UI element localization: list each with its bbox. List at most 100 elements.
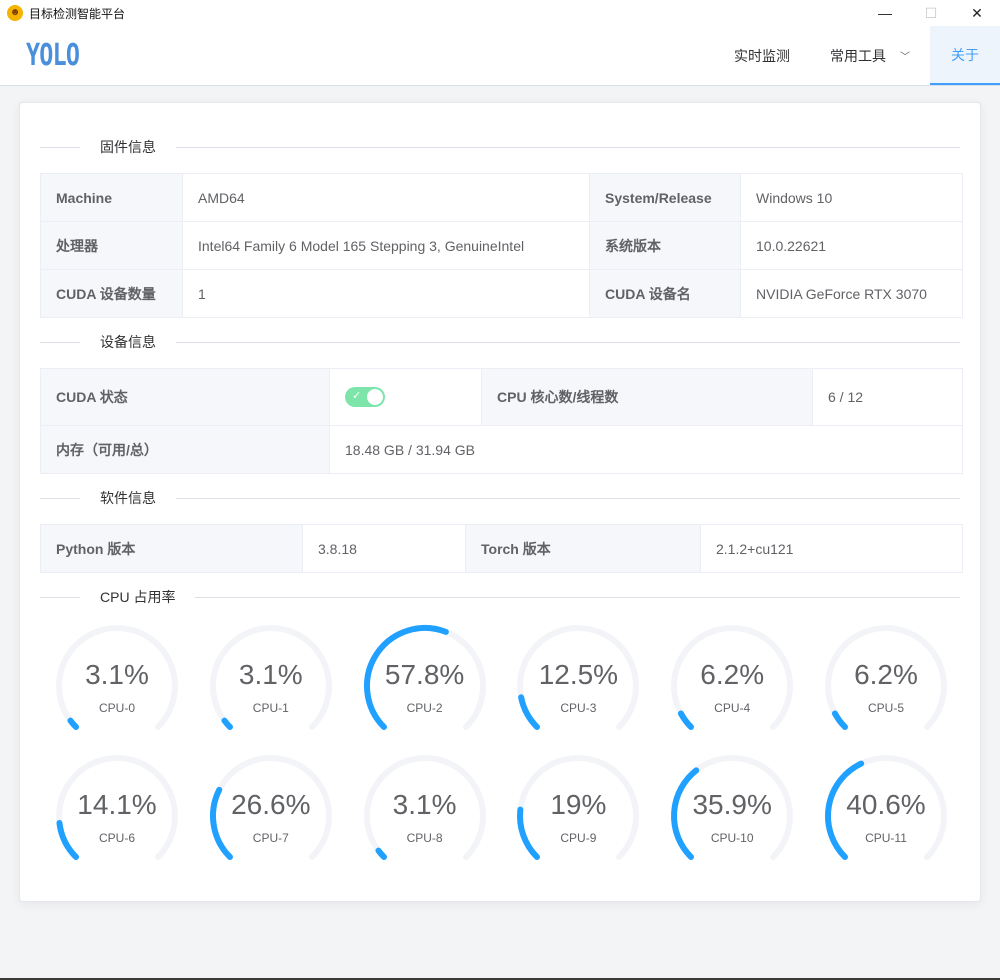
torch-version-label: Torch 版本 [465,524,701,573]
gauge-label: CPU-8 [406,831,443,845]
cpu-gauge: 19% CPU-9 [513,751,643,881]
nav-label: 实时监测 [734,47,790,64]
gauge-value: 3.1% [392,789,457,820]
cpu-gauge: 26.6% CPU-7 [206,751,336,881]
software-title: 软件信息 [80,489,176,507]
cpu-usage-divider: CPU 占用率 [40,588,960,606]
cpu-gauge: 6.2% CPU-4 [667,621,797,751]
cuda-device-value: NVIDIA GeForce RTX 3070 [740,269,963,318]
cuda-status-cell: ✓ [329,368,482,426]
nav-realtime-monitor[interactable]: 实时监测 [714,26,810,85]
cuda-device-label: CUDA 设备名 [589,269,741,318]
gauge-value: 6.2% [854,659,918,690]
gauge-bar [67,717,79,731]
firmware-title: 固件信息 [80,138,176,156]
chevron-down-icon: ﹀ [900,52,910,63]
device-title: 设备信息 [80,333,176,351]
cpu-gauge: 57.8% CPU-2 [360,621,490,751]
window-title: 目标检测智能平台 [29,6,126,21]
gauge-value: 12.5% [538,659,619,690]
table-row: CUDA 状态 ✓ CPU 核心数/线程数 6 / 12 [40,368,963,426]
cpu-gauge: 14.1% CPU-6 [52,751,182,881]
gauge-label: CPU-0 [98,701,135,715]
nav-label: 关于 [951,46,979,63]
gauge-value: 40.6% [846,789,926,820]
gauge-value: 6.2% [700,659,765,690]
cpu-gauge: 3.1% CPU-1 [206,621,336,751]
app-window: ☻ 目标检测智能平台 — ☐ ✕ YOLO 实时监测 常用工具 ﹀ 关于 固件信息… [0,0,1000,978]
about-card: 固件信息 Machine AMD64 System/Release Window… [19,102,981,902]
device-divider: 设备信息 [40,333,960,351]
top-navbar: YOLO 实时监测 常用工具 ﹀ 关于 [0,26,1000,86]
title-bar: ☻ 目标检测智能平台 — ☐ ✕ [0,0,1000,26]
cuda-count-label: CUDA 设备数量 [40,269,183,318]
cuda-status-switch[interactable]: ✓ [345,387,385,407]
cpu-gauge: 35.9% CPU-10 [667,751,797,881]
gauge-label: CPU-5 [867,701,904,715]
software-divider: 软件信息 [40,489,960,507]
memory-value: 18.48 GB / 31.94 GB [329,425,963,474]
nav-common-tools[interactable]: 常用工具 ﹀ [810,26,930,85]
system-release-value: Windows 10 [740,173,963,222]
close-button[interactable]: ✕ [954,0,1000,26]
machine-label: Machine [40,173,183,222]
gauge-bar [831,710,848,731]
torch-version-value: 2.1.2+cu121 [700,524,963,573]
nav-menu: 实时监测 常用工具 ﹀ 关于 [714,26,1000,85]
nav-label: 常用工具 [830,47,886,64]
table-row: CUDA 设备数量 1 CUDA 设备名 NVIDIA GeForce RTX … [40,269,963,318]
gauge-label: CPU-10 [710,831,754,845]
smiley-icon: ☻ [7,5,23,21]
processor-label: 处理器 [40,221,183,270]
gauge-value: 3.1% [85,659,149,690]
firmware-table: Machine AMD64 System/Release Windows 10 … [40,173,963,318]
check-icon: ✓ [352,390,362,402]
system-version-value: 10.0.22621 [740,221,963,270]
cuda-status-label: CUDA 状态 [40,368,330,426]
window-controls: — ☐ ✕ [862,0,1000,26]
gauge-value: 3.1% [238,659,303,690]
gauge-label: CPU-4 [714,701,751,715]
firmware-divider: 固件信息 [40,138,960,156]
cpu-gauge: 3.1% CPU-8 [360,751,490,881]
cpu-cores-label: CPU 核心数/线程数 [481,368,813,426]
system-release-label: System/Release [589,173,741,222]
table-row: Machine AMD64 System/Release Windows 10 [40,173,963,222]
gauge-value: 35.9% [692,789,772,820]
cpu-gauge: 40.6% CPU-11 [821,751,951,881]
cuda-count-value: 1 [182,269,590,318]
gauge-label: CPU-9 [560,831,597,845]
nav-about[interactable]: 关于 [930,26,1000,85]
memory-label: 内存（可用/总） [40,425,330,474]
gauge-value: 26.6% [231,789,311,820]
gauge-value: 57.8% [384,659,465,690]
cpu-cores-value: 6 / 12 [812,368,963,426]
gauge-label: CPU-2 [406,701,443,715]
software-table: Python 版本 3.8.18 Torch 版本 2.1.2+cu121 [40,524,963,573]
gauge-value: 14.1% [77,789,157,820]
python-version-label: Python 版本 [40,524,303,573]
system-version-label: 系统版本 [589,221,741,270]
gauge-bar [221,717,233,731]
gauge-bar [678,710,695,731]
gauge-bar [375,847,387,861]
gauge-label: CPU-6 [98,831,135,845]
cpu-gauge: 12.5% CPU-3 [513,621,643,751]
table-row: 内存（可用/总） 18.48 GB / 31.94 GB [40,425,963,474]
python-version-value: 3.8.18 [302,524,466,573]
gauge-value: 19% [550,789,607,820]
cpu-usage-title: CPU 占用率 [80,588,196,606]
cpu-gauge: 6.2% CPU-5 [821,621,951,751]
gauge-label: CPU-1 [252,701,289,715]
processor-value: Intel64 Family 6 Model 165 Stepping 3, G… [182,221,590,270]
logo: YOLO [26,38,80,73]
minimize-button[interactable]: — [862,0,908,26]
table-row: 处理器 Intel64 Family 6 Model 165 Stepping … [40,221,963,270]
table-row: Python 版本 3.8.18 Torch 版本 2.1.2+cu121 [40,524,963,573]
cpu-gauge: 3.1% CPU-0 [52,621,182,751]
gauge-label: CPU-3 [560,701,597,715]
machine-value: AMD64 [182,173,590,222]
gauge-label: CPU-11 [865,831,907,845]
maximize-button[interactable]: ☐ [908,0,954,26]
gauge-label: CPU-7 [252,831,289,845]
